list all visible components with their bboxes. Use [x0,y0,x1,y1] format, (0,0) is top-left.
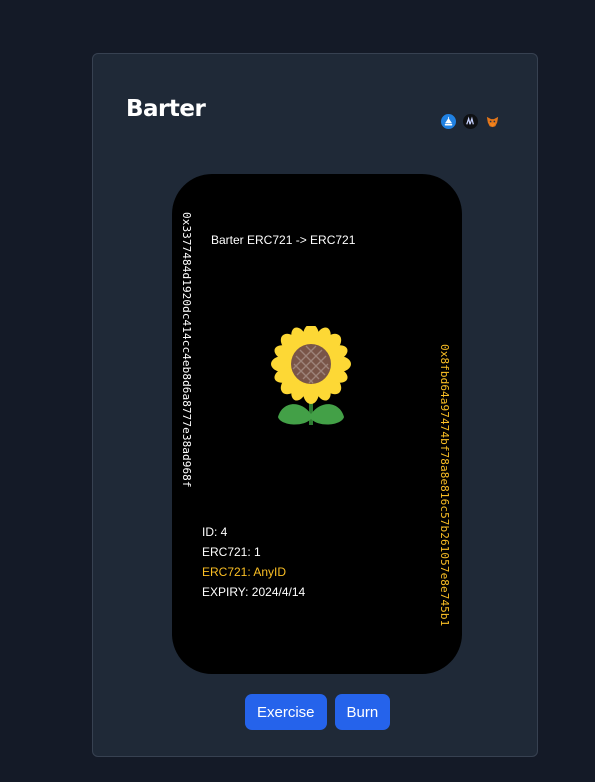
wallet-icons [441,114,500,129]
card-actions: Exercise Burn [245,694,391,730]
barter-panel: Barter Barter ERC721 -> ERC721 0x3377484… [92,53,538,757]
card-details: ID: 4 ERC721: 1 ERC721: AnyID EXPIRY: 20… [202,522,305,602]
page-title: Barter [126,96,206,122]
nft-card: Barter ERC721 -> ERC721 0x3377484d1920dc… [172,174,462,674]
metamask-fox-icon[interactable] [485,114,500,129]
detail-erc721-ask: ERC721: AnyID [202,565,287,579]
burn-button[interactable]: Burn [334,694,391,730]
opensea-icon[interactable] [441,114,456,129]
detail-erc721-offer: ERC721: 1 [202,545,261,559]
right-address: 0x8fbd64a97474bf78a8e816c57b261057e8e745… [438,344,451,627]
wallet-icon[interactable] [463,114,478,129]
card-title: Barter ERC721 -> ERC721 [211,233,356,247]
detail-id: ID: 4 [202,525,228,539]
left-address: 0x3377484d1920dc414cc4eb8d6a8777e38ad968… [180,212,193,488]
detail-expiry: EXPIRY: 2024/4/14 [202,585,306,599]
sunflower-icon [271,326,351,425]
exercise-button[interactable]: Exercise [245,694,327,730]
